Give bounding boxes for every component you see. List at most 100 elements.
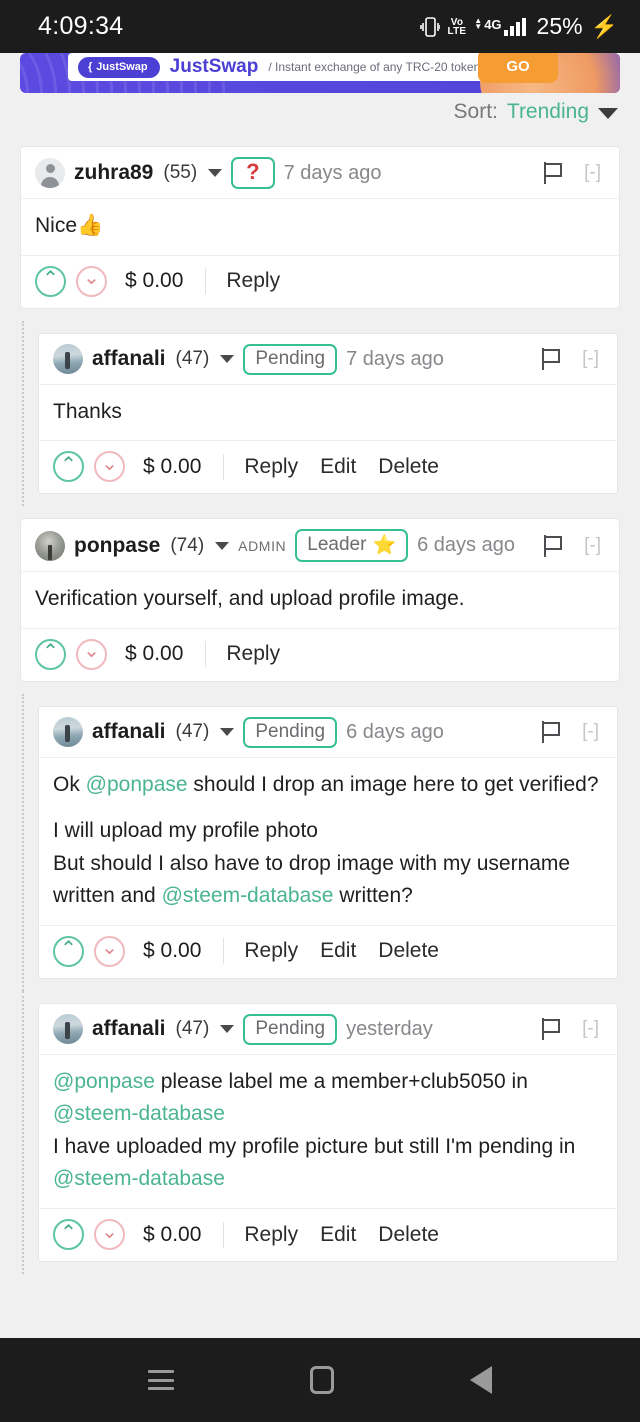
collapse-toggle[interactable]: [-]: [582, 1018, 599, 1040]
author-reputation: (47): [175, 348, 210, 370]
edit-button[interactable]: Edit: [320, 455, 356, 479]
flag-icon[interactable]: [542, 1018, 561, 1041]
status-badge[interactable]: Pending: [243, 343, 338, 375]
avatar-head: [45, 164, 55, 173]
status-badge-label: ?: [246, 159, 260, 184]
downvote-button[interactable]: ⌄: [94, 935, 125, 967]
author-menu-chevron-down-icon[interactable]: [215, 541, 230, 550]
edit-button[interactable]: Edit: [320, 1223, 356, 1247]
comment-footer: ⌃ ⌄ $ 0.00 Reply Edit Delete: [39, 440, 617, 493]
comment-author[interactable]: affanali: [92, 720, 166, 744]
reply-button[interactable]: Reply: [226, 269, 280, 293]
user-mention-link[interactable]: @steem-database: [53, 1167, 225, 1190]
delete-button[interactable]: Delete: [378, 455, 439, 479]
comment-timestamp[interactable]: 7 days ago: [346, 348, 444, 371]
collapse-toggle[interactable]: [-]: [584, 535, 601, 557]
edit-button[interactable]: Edit: [320, 939, 356, 963]
comment-footer: ⌃ ⌄ $ 0.00 Reply Edit Delete: [39, 1208, 617, 1261]
comment-actions: Reply Edit Delete: [244, 455, 439, 479]
delete-button[interactable]: Delete: [378, 939, 439, 963]
avatar[interactable]: [35, 158, 65, 188]
status-badge[interactable]: Leader ⭐: [295, 529, 409, 563]
comment-footer: ⌃ ⌄ $ 0.00 Reply: [21, 254, 619, 308]
user-mention-link[interactable]: @ponpase: [86, 773, 188, 796]
comment-header: ponpase (74) ADMIN Leader ⭐ 6 days ago [-]: [21, 519, 619, 573]
collapse-toggle[interactable]: [-]: [582, 721, 599, 743]
upvote-button[interactable]: ⌃: [53, 451, 84, 483]
downvote-button[interactable]: ⌄: [94, 1219, 125, 1251]
avatar[interactable]: [53, 1014, 83, 1045]
chevron-down-icon[interactable]: [598, 107, 618, 119]
android-nav-bar: [0, 1338, 640, 1422]
delete-button[interactable]: Delete: [378, 1223, 439, 1247]
user-mention-link[interactable]: @steem-database: [162, 884, 334, 907]
status-badge[interactable]: ?: [231, 157, 275, 189]
comment-timestamp[interactable]: yesterday: [346, 1018, 433, 1041]
comment-wrapper: affanali (47) Pending 7 days ago [-] Thanks ⌃ ⌄…: [0, 320, 640, 506]
comment-timestamp[interactable]: 6 days ago: [346, 721, 444, 744]
author-menu-chevron-down-icon[interactable]: [208, 169, 223, 177]
payout-value[interactable]: $ 0.00: [143, 1223, 201, 1247]
comment-author[interactable]: affanali: [92, 1017, 166, 1041]
comment-paragraph: Thanks: [53, 396, 603, 429]
comment-timestamp[interactable]: 6 days ago: [417, 534, 515, 557]
comment-card: affanali (47) Pending 7 days ago [-] Thanks ⌃ ⌄…: [38, 332, 618, 495]
avatar[interactable]: [53, 717, 83, 748]
sort-value[interactable]: Trending: [507, 100, 589, 124]
comment-author[interactable]: zuhra89: [74, 161, 153, 185]
flag-icon[interactable]: [544, 534, 563, 557]
avatar[interactable]: [53, 344, 83, 375]
banner-go-button[interactable]: GO: [478, 53, 558, 83]
author-menu-chevron-down-icon[interactable]: [220, 1025, 235, 1034]
upvote-button[interactable]: ⌃: [53, 935, 84, 967]
status-badge[interactable]: Pending: [243, 716, 338, 748]
upvote-button[interactable]: ⌃: [35, 638, 66, 670]
flag-icon[interactable]: [542, 721, 561, 744]
collapse-toggle[interactable]: [-]: [582, 348, 599, 370]
downvote-button[interactable]: ⌄: [94, 451, 125, 483]
comment-paragraph: Nice👍: [35, 210, 605, 243]
downvote-button[interactable]: ⌄: [76, 265, 107, 297]
banner-brand-name: JustSwap: [169, 56, 259, 77]
flag-icon[interactable]: [544, 162, 563, 184]
comment-paragraph: Verification yourself, and upload profil…: [35, 583, 605, 616]
user-mention-link[interactable]: @steem-database: [53, 1102, 225, 1125]
author-menu-chevron-down-icon[interactable]: [220, 355, 235, 364]
footer-divider: [223, 1221, 225, 1248]
payout-value[interactable]: $ 0.00: [143, 939, 201, 963]
justswap-ad-banner[interactable]: { JustSwap JustSwap / Instant exchange o…: [20, 53, 620, 93]
collapse-toggle[interactable]: [-]: [584, 162, 601, 184]
avatar[interactable]: [35, 530, 65, 561]
downvote-button[interactable]: ⌄: [76, 638, 107, 670]
status-badge[interactable]: Pending: [243, 1013, 338, 1045]
sort-control[interactable]: Sort: Trending: [454, 100, 618, 124]
reply-button[interactable]: Reply: [244, 939, 298, 963]
upvote-button[interactable]: ⌃: [35, 265, 66, 297]
payout-value[interactable]: $ 0.00: [125, 642, 183, 666]
author-reputation: (47): [175, 1018, 210, 1040]
network-signal-icon: ▲ ▼ 4G: [474, 16, 526, 36]
charging-bolt-icon: ⚡: [590, 13, 618, 39]
user-mention-link[interactable]: @ponpase: [53, 1070, 155, 1093]
upvote-button[interactable]: ⌃: [53, 1219, 84, 1251]
status-badge-label: Leader: [307, 534, 367, 556]
comment-footer: ⌃ ⌄ $ 0.00 Reply Edit Delete: [39, 924, 617, 978]
reply-button[interactable]: Reply: [226, 642, 280, 666]
payout-value[interactable]: $ 0.00: [125, 269, 183, 293]
back-icon[interactable]: [470, 1366, 492, 1394]
comment-author[interactable]: affanali: [92, 347, 166, 371]
comment-text: Verification yourself, and upload profil…: [35, 587, 465, 611]
comment-footer: ⌃ ⌄ $ 0.00 Reply: [21, 627, 619, 681]
flag-icon[interactable]: [542, 348, 561, 371]
status-badge-label: Pending: [255, 720, 326, 742]
reply-button[interactable]: Reply: [244, 455, 298, 479]
payout-value[interactable]: $ 0.00: [143, 455, 201, 479]
author-menu-chevron-down-icon[interactable]: [220, 728, 235, 737]
reply-button[interactable]: Reply: [244, 1223, 298, 1247]
comment-card: affanali (47) Pending 6 days ago [-] Ok @ponp…: [38, 705, 618, 979]
comment-author[interactable]: ponpase: [74, 534, 160, 558]
home-icon[interactable]: [310, 1366, 334, 1394]
comment-text: Nice👍: [35, 214, 104, 237]
recents-icon[interactable]: [148, 1370, 174, 1390]
comment-timestamp[interactable]: 7 days ago: [284, 162, 382, 185]
